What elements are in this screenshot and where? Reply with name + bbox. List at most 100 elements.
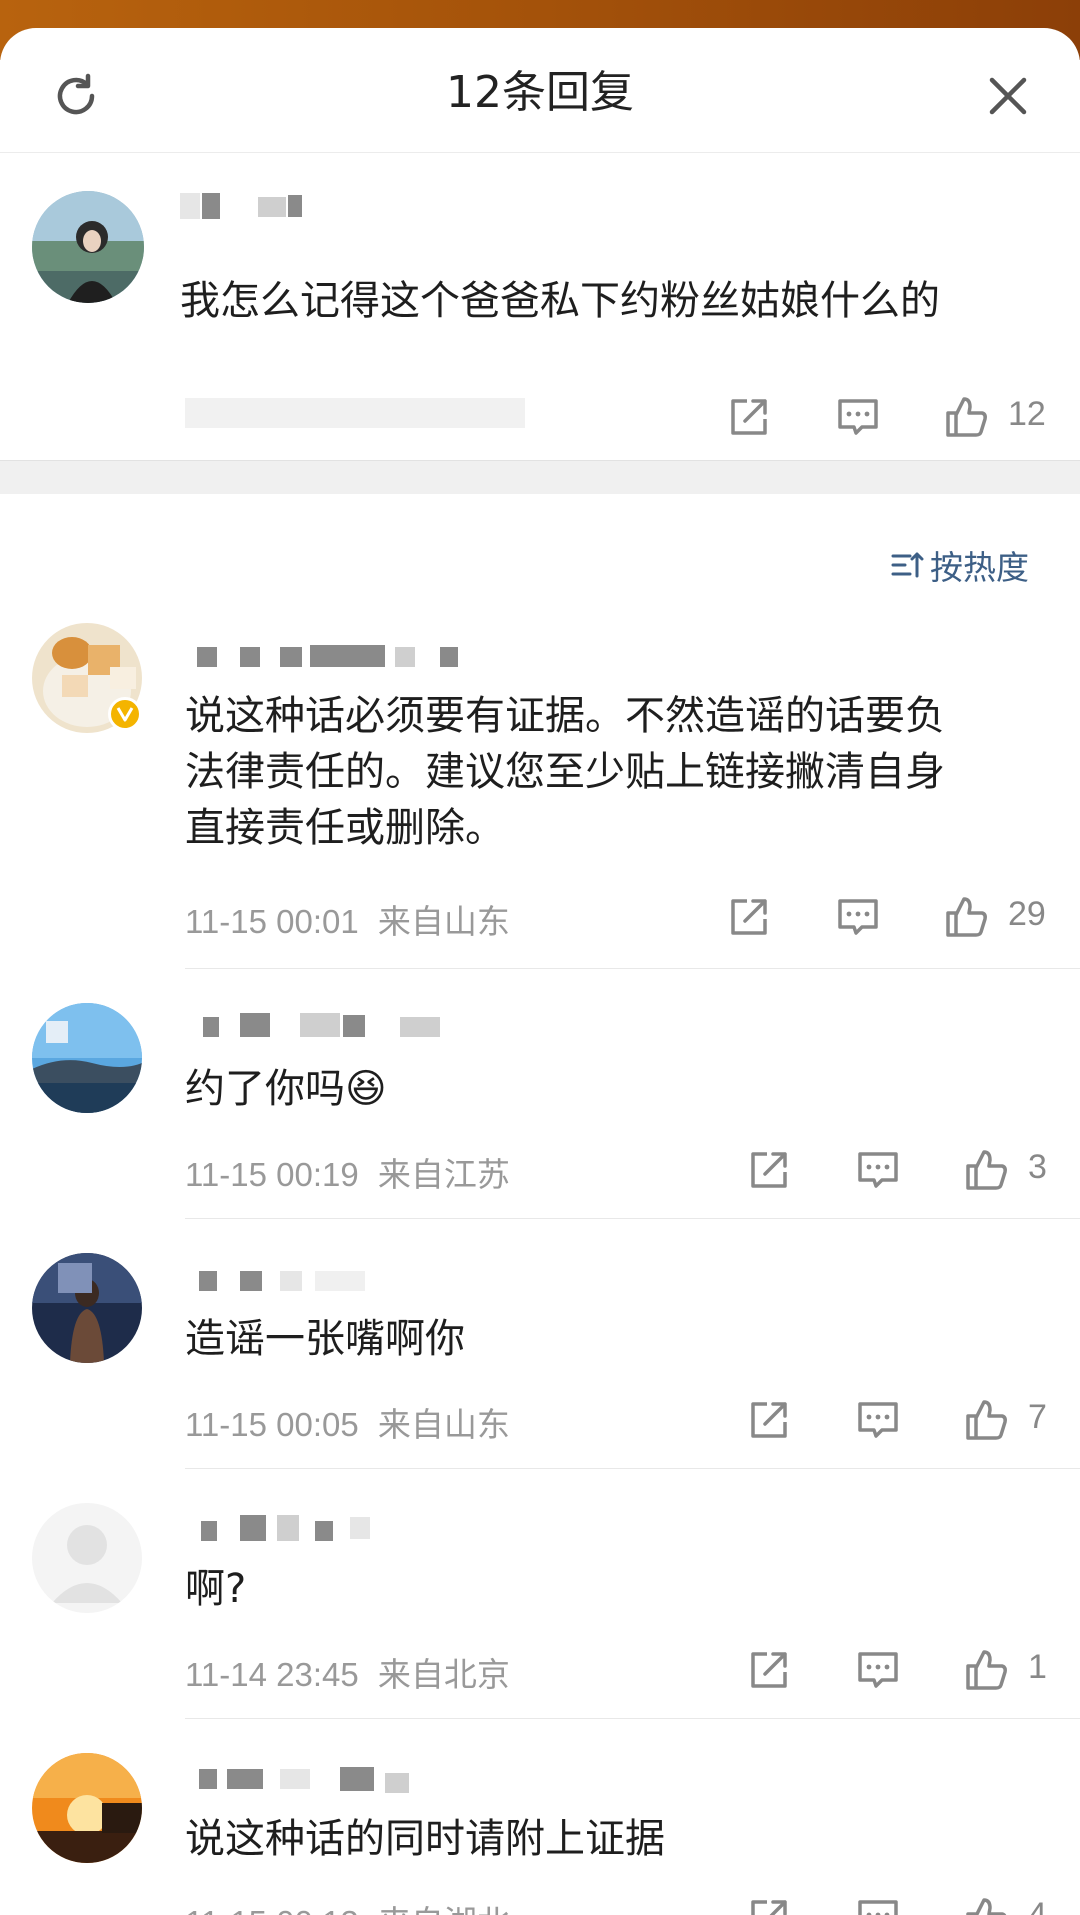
reply-time: 11-14 23:45: [185, 1656, 359, 1693]
reply-time: 11-15 00:13: [185, 1904, 359, 1915]
like-count: 1: [1028, 1648, 1047, 1686]
share-button[interactable]: [745, 1646, 793, 1694]
reply-location: 来自江苏: [377, 1156, 510, 1193]
thumbs-up-icon: [966, 1150, 1007, 1190]
comment-icon: [838, 899, 878, 935]
reply-button[interactable]: [834, 893, 882, 941]
reply-button[interactable]: [854, 1396, 902, 1444]
reply-button[interactable]: [834, 393, 882, 441]
username-redacted[interactable]: [185, 1767, 465, 1793]
verified-badge: [108, 697, 142, 731]
avatar[interactable]: [32, 1003, 142, 1113]
like-button[interactable]: [942, 393, 990, 441]
share-icon: [751, 1402, 787, 1438]
avatar[interactable]: [32, 1503, 142, 1613]
sheet-header: 12条回复: [0, 28, 1080, 153]
reply-actions: 1: [740, 1646, 1080, 1702]
meta-redacted: [185, 398, 525, 428]
username-redacted[interactable]: [185, 1013, 465, 1039]
list-item: 造谣一张嘴啊你 11-15 00:05 来自山东 7: [0, 1253, 1080, 1473]
username-redacted[interactable]: [185, 1267, 425, 1293]
share-icon: [751, 1900, 787, 1915]
comment-icon: [858, 1900, 898, 1915]
comment-icon: [858, 1152, 898, 1188]
reply-actions: 7: [740, 1396, 1080, 1452]
share-button[interactable]: [745, 1894, 793, 1915]
reply-location: 来自湖北: [378, 1904, 510, 1915]
reply-actions: 29: [720, 893, 1080, 949]
thumbs-up-icon: [966, 1400, 1007, 1440]
list-item: 说这种话必须要有证据。不然造谣的话要负 法律责任的。建议您至少贴上链接撇清自身 …: [0, 623, 1080, 968]
share-icon: [731, 899, 767, 935]
divider: [185, 968, 1080, 969]
reply-meta: 11-15 00:01 来自山东: [185, 895, 510, 943]
list-item: 说这种话的同时请附上证据 11-15 00:13 来自湖北 4: [0, 1753, 1080, 1915]
comment-icon: [858, 1402, 898, 1438]
username-redacted[interactable]: [185, 1515, 385, 1541]
avatar[interactable]: [32, 1253, 142, 1363]
divider: [185, 1218, 1080, 1219]
username-redacted[interactable]: [180, 193, 330, 219]
avatar[interactable]: [32, 191, 144, 303]
share-button[interactable]: [725, 393, 773, 441]
close-icon: [989, 77, 1027, 115]
thumbs-up-icon: [966, 1650, 1007, 1690]
thumbs-up-icon: [966, 1898, 1007, 1915]
like-button[interactable]: [942, 893, 990, 941]
divider: [185, 1718, 1080, 1719]
comment-icon: [858, 1652, 898, 1688]
reply-time: 11-15 00:01: [185, 903, 359, 940]
reply-meta: 11-14 23:45 来自北京: [185, 1648, 510, 1696]
like-count: 12: [1008, 395, 1046, 433]
share-icon: [751, 1652, 787, 1688]
reply-location: 来自山东: [377, 1406, 510, 1443]
like-count: 7: [1028, 1398, 1047, 1436]
thumbs-up-icon: [946, 897, 987, 937]
reply-text: 造谣一张嘴啊你: [185, 1316, 465, 1362]
share-button[interactable]: [745, 1396, 793, 1444]
reply-meta: 11-15 00:13 来自湖北: [185, 1896, 510, 1915]
share-button[interactable]: [745, 1146, 793, 1194]
page-title: 12条回复: [446, 67, 634, 118]
like-button[interactable]: [962, 1396, 1010, 1444]
reply-button[interactable]: [854, 1646, 902, 1694]
reply-button[interactable]: [854, 1894, 902, 1915]
reply-actions: 3: [740, 1146, 1080, 1202]
comment-icon: [838, 399, 878, 435]
reply-text: 说这种话必须要有证据。不然造谣的话要负 法律责任的。建议您至少贴上链接撇清自身 …: [185, 693, 945, 851]
comment-actions: 12: [720, 393, 1080, 449]
reply-actions: 4: [740, 1894, 1080, 1915]
reply-meta: 11-15 00:19 来自江苏: [185, 1148, 510, 1196]
reply-text: 啊?: [185, 1566, 247, 1612]
reply-location: 来自北京: [377, 1656, 510, 1693]
list-item: 约了你吗😆 11-15 00:19 来自江苏 3: [0, 1003, 1080, 1223]
username-redacted[interactable]: [185, 643, 465, 669]
reply-location: 来自山东: [377, 903, 510, 940]
sort-label: 按热度: [930, 548, 1029, 587]
reply-button[interactable]: [854, 1146, 902, 1194]
sort-toggle[interactable]: 按热度: [890, 540, 1029, 590]
section-divider: [0, 460, 1080, 494]
like-button[interactable]: [962, 1646, 1010, 1694]
thumbs-up-icon: [946, 397, 987, 437]
reply-text: 说这种话的同时请附上证据: [185, 1816, 665, 1862]
share-icon: [731, 399, 767, 435]
divider: [185, 1468, 1080, 1469]
share-icon: [751, 1152, 787, 1188]
like-button[interactable]: [962, 1894, 1010, 1915]
share-button[interactable]: [725, 893, 773, 941]
close-button[interactable]: [980, 68, 1036, 124]
list-item: 啊? 11-14 23:45 来自北京 1: [0, 1503, 1080, 1723]
comment-text: 我怎么记得这个爸爸私下约粉丝姑娘什么的: [180, 278, 940, 324]
avatar[interactable]: [32, 1753, 142, 1863]
like-count: 3: [1028, 1148, 1047, 1186]
like-button[interactable]: [962, 1146, 1010, 1194]
reply-text: 约了你吗😆: [185, 1066, 387, 1112]
reply-time: 11-15 00:05: [185, 1406, 359, 1443]
sort-icon: [891, 552, 924, 578]
reply-meta: 11-15 00:05 来自山东: [185, 1398, 510, 1446]
replies-sheet: 12条回复 我怎么记得这个爸爸私下约粉丝姑娘什么的 12 按热度 说这种话必须要…: [0, 28, 1080, 1915]
like-count: 29: [1008, 895, 1046, 933]
original-comment: 我怎么记得这个爸爸私下约粉丝姑娘什么的 12: [0, 153, 1080, 460]
reply-time: 11-15 00:19: [185, 1156, 359, 1193]
